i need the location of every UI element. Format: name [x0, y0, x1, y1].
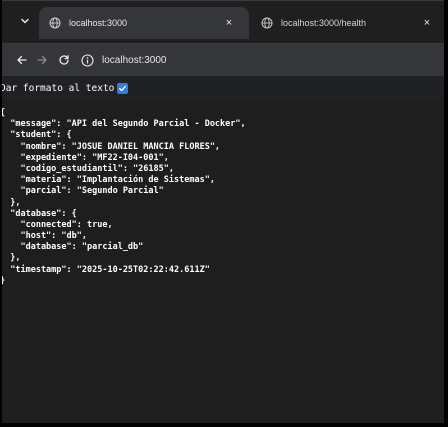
tab-localhost-3000-health[interactable]: localhost:3000/health × — [251, 7, 447, 39]
globe-icon — [49, 17, 61, 29]
browser-window: localhost:3000 × localhost:3000/health × — [0, 0, 448, 427]
json-line: "nombre": "JOSUE DANIEL MANCIA FLORES", — [0, 141, 221, 152]
tab-localhost-3000[interactable]: localhost:3000 × — [39, 7, 249, 39]
json-line: "database": "parcial_db" — [0, 242, 144, 253]
globe-icon — [261, 17, 273, 29]
navigation-toolbar: localhost:3000 — [0, 44, 448, 76]
json-line: }, — [0, 197, 21, 208]
window-frame — [0, 0, 2, 427]
close-icon[interactable]: × — [419, 15, 435, 31]
reload-button[interactable] — [54, 50, 74, 70]
back-button[interactable] — [12, 50, 32, 70]
window-frame — [0, 423, 448, 427]
window-frame — [444, 0, 448, 427]
tab-strip: localhost:3000 × localhost:3000/health × — [0, 0, 448, 44]
chevron-down-icon — [21, 18, 29, 24]
close-icon[interactable]: × — [221, 15, 237, 31]
reload-icon — [59, 55, 69, 65]
json-line: "codigo_estudiantil": "26185", — [0, 163, 174, 174]
tab-title: localhost:3000 — [69, 18, 128, 28]
json-line: "host": "db", — [0, 231, 87, 242]
tab-title: localhost:3000/health — [281, 18, 367, 28]
json-viewer: { "message": "API del Segundo Parcial - … — [0, 108, 246, 287]
json-line: }, — [0, 253, 21, 264]
json-line: "connected": true, — [0, 219, 113, 230]
json-line: "parcial": "Segundo Parcial" — [0, 186, 164, 197]
page-content: { "message": "API del Segundo Parcial - … — [0, 100, 448, 427]
tab-search-button[interactable] — [15, 11, 35, 31]
pretty-print-bar: Dar formato al texto — [0, 76, 448, 100]
json-line: "materia": "Implantación de Sistemas", — [0, 175, 215, 186]
pretty-print-checkbox[interactable] — [117, 82, 129, 94]
address-text: localhost:3000 — [102, 54, 167, 66]
json-line: { — [0, 108, 6, 118]
info-icon[interactable] — [80, 53, 94, 67]
arrow-left-icon — [17, 55, 27, 65]
check-icon — [119, 85, 127, 91]
json-line: "timestamp": "2025-10-25T02:22:42.611Z" — [0, 264, 210, 275]
json-line: } — [0, 275, 6, 286]
json-line: "expediente": "MF22-I04-001", — [0, 152, 169, 163]
forward-button[interactable] — [32, 50, 52, 70]
json-line: "student": { — [0, 130, 72, 141]
json-line: "database": { — [0, 208, 77, 219]
pretty-print-label: Dar formato al texto — [0, 82, 115, 94]
arrow-right-icon — [37, 55, 47, 65]
json-line: "message": "API del Segundo Parcial - Do… — [0, 119, 246, 130]
address-bar[interactable]: localhost:3000 — [80, 49, 440, 71]
